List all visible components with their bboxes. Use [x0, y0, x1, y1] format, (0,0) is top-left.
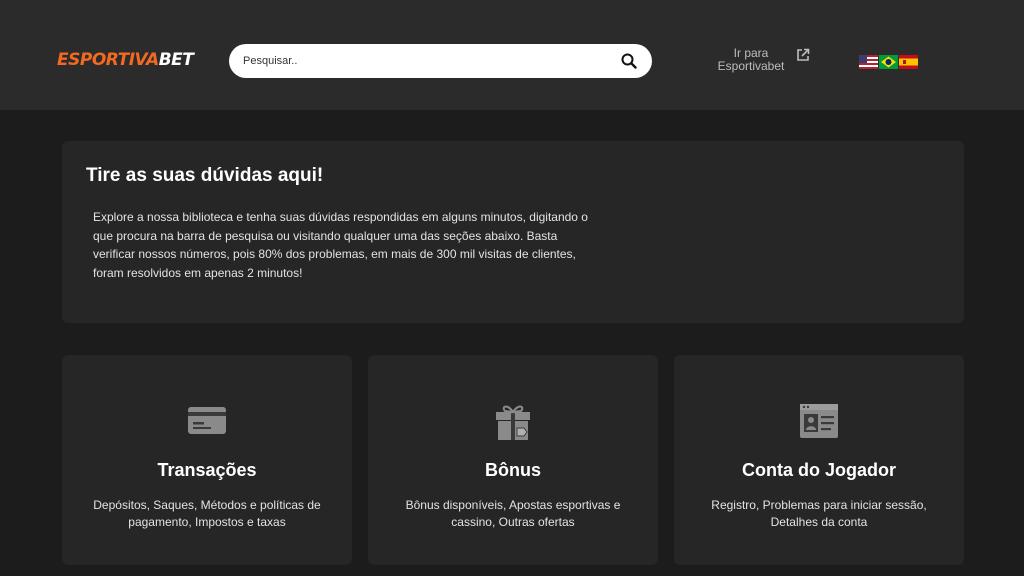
us-flag-icon[interactable] — [859, 55, 878, 69]
card-transactions[interactable]: Transações Depósitos, Saques, Métodos e … — [62, 355, 352, 565]
card-description: Depósitos, Saques, Métodos e políticas d… — [93, 498, 321, 529]
site-header: ESPORTIVABET Ir para Esportivabet — [0, 0, 1024, 110]
card-player-account[interactable]: Conta do Jogador Registro, Problemas par… — [674, 355, 964, 565]
card-title: Conta do Jogador — [742, 460, 896, 480]
hero-title: Tire as suas dúvidas aqui! — [86, 165, 324, 186]
card-description: Bônus disponíveis, Apostas esportivas e … — [405, 498, 621, 529]
esportivabet-logo[interactable]: ESPORTIVABET — [57, 50, 194, 70]
hero-panel: Tire as suas dúvidas aqui! Explore a nos… — [62, 141, 964, 323]
hero-description: Explore a nossa biblioteca e tenha suas … — [93, 210, 588, 280]
logo-text-bet: BET — [158, 50, 194, 70]
brazil-flag-icon[interactable] — [879, 55, 898, 69]
search-bar — [229, 44, 652, 78]
external-link-icon[interactable] — [796, 48, 810, 62]
spain-flag-icon[interactable] — [899, 55, 918, 69]
card-bonus[interactable]: Bônus Bônus disponíveis, Apostas esporti… — [368, 355, 658, 565]
card-description: Registro, Problemas para iniciar sessão,… — [711, 498, 927, 529]
search-icon — [621, 53, 637, 69]
card-title: Bônus — [485, 460, 541, 480]
account-profile-icon — [800, 404, 838, 438]
gift-icon — [496, 405, 530, 440]
go-to-esportivabet-link[interactable]: Ir para Esportivabet — [706, 47, 796, 73]
search-input[interactable] — [243, 55, 612, 67]
search-button[interactable] — [612, 44, 646, 78]
external-link-line2: Esportivabet — [717, 59, 785, 73]
credit-card-icon — [188, 407, 226, 434]
card-title: Transações — [157, 460, 257, 480]
logo-text-esportiva: ESPORTIVA — [57, 50, 159, 70]
language-selector — [859, 55, 918, 69]
